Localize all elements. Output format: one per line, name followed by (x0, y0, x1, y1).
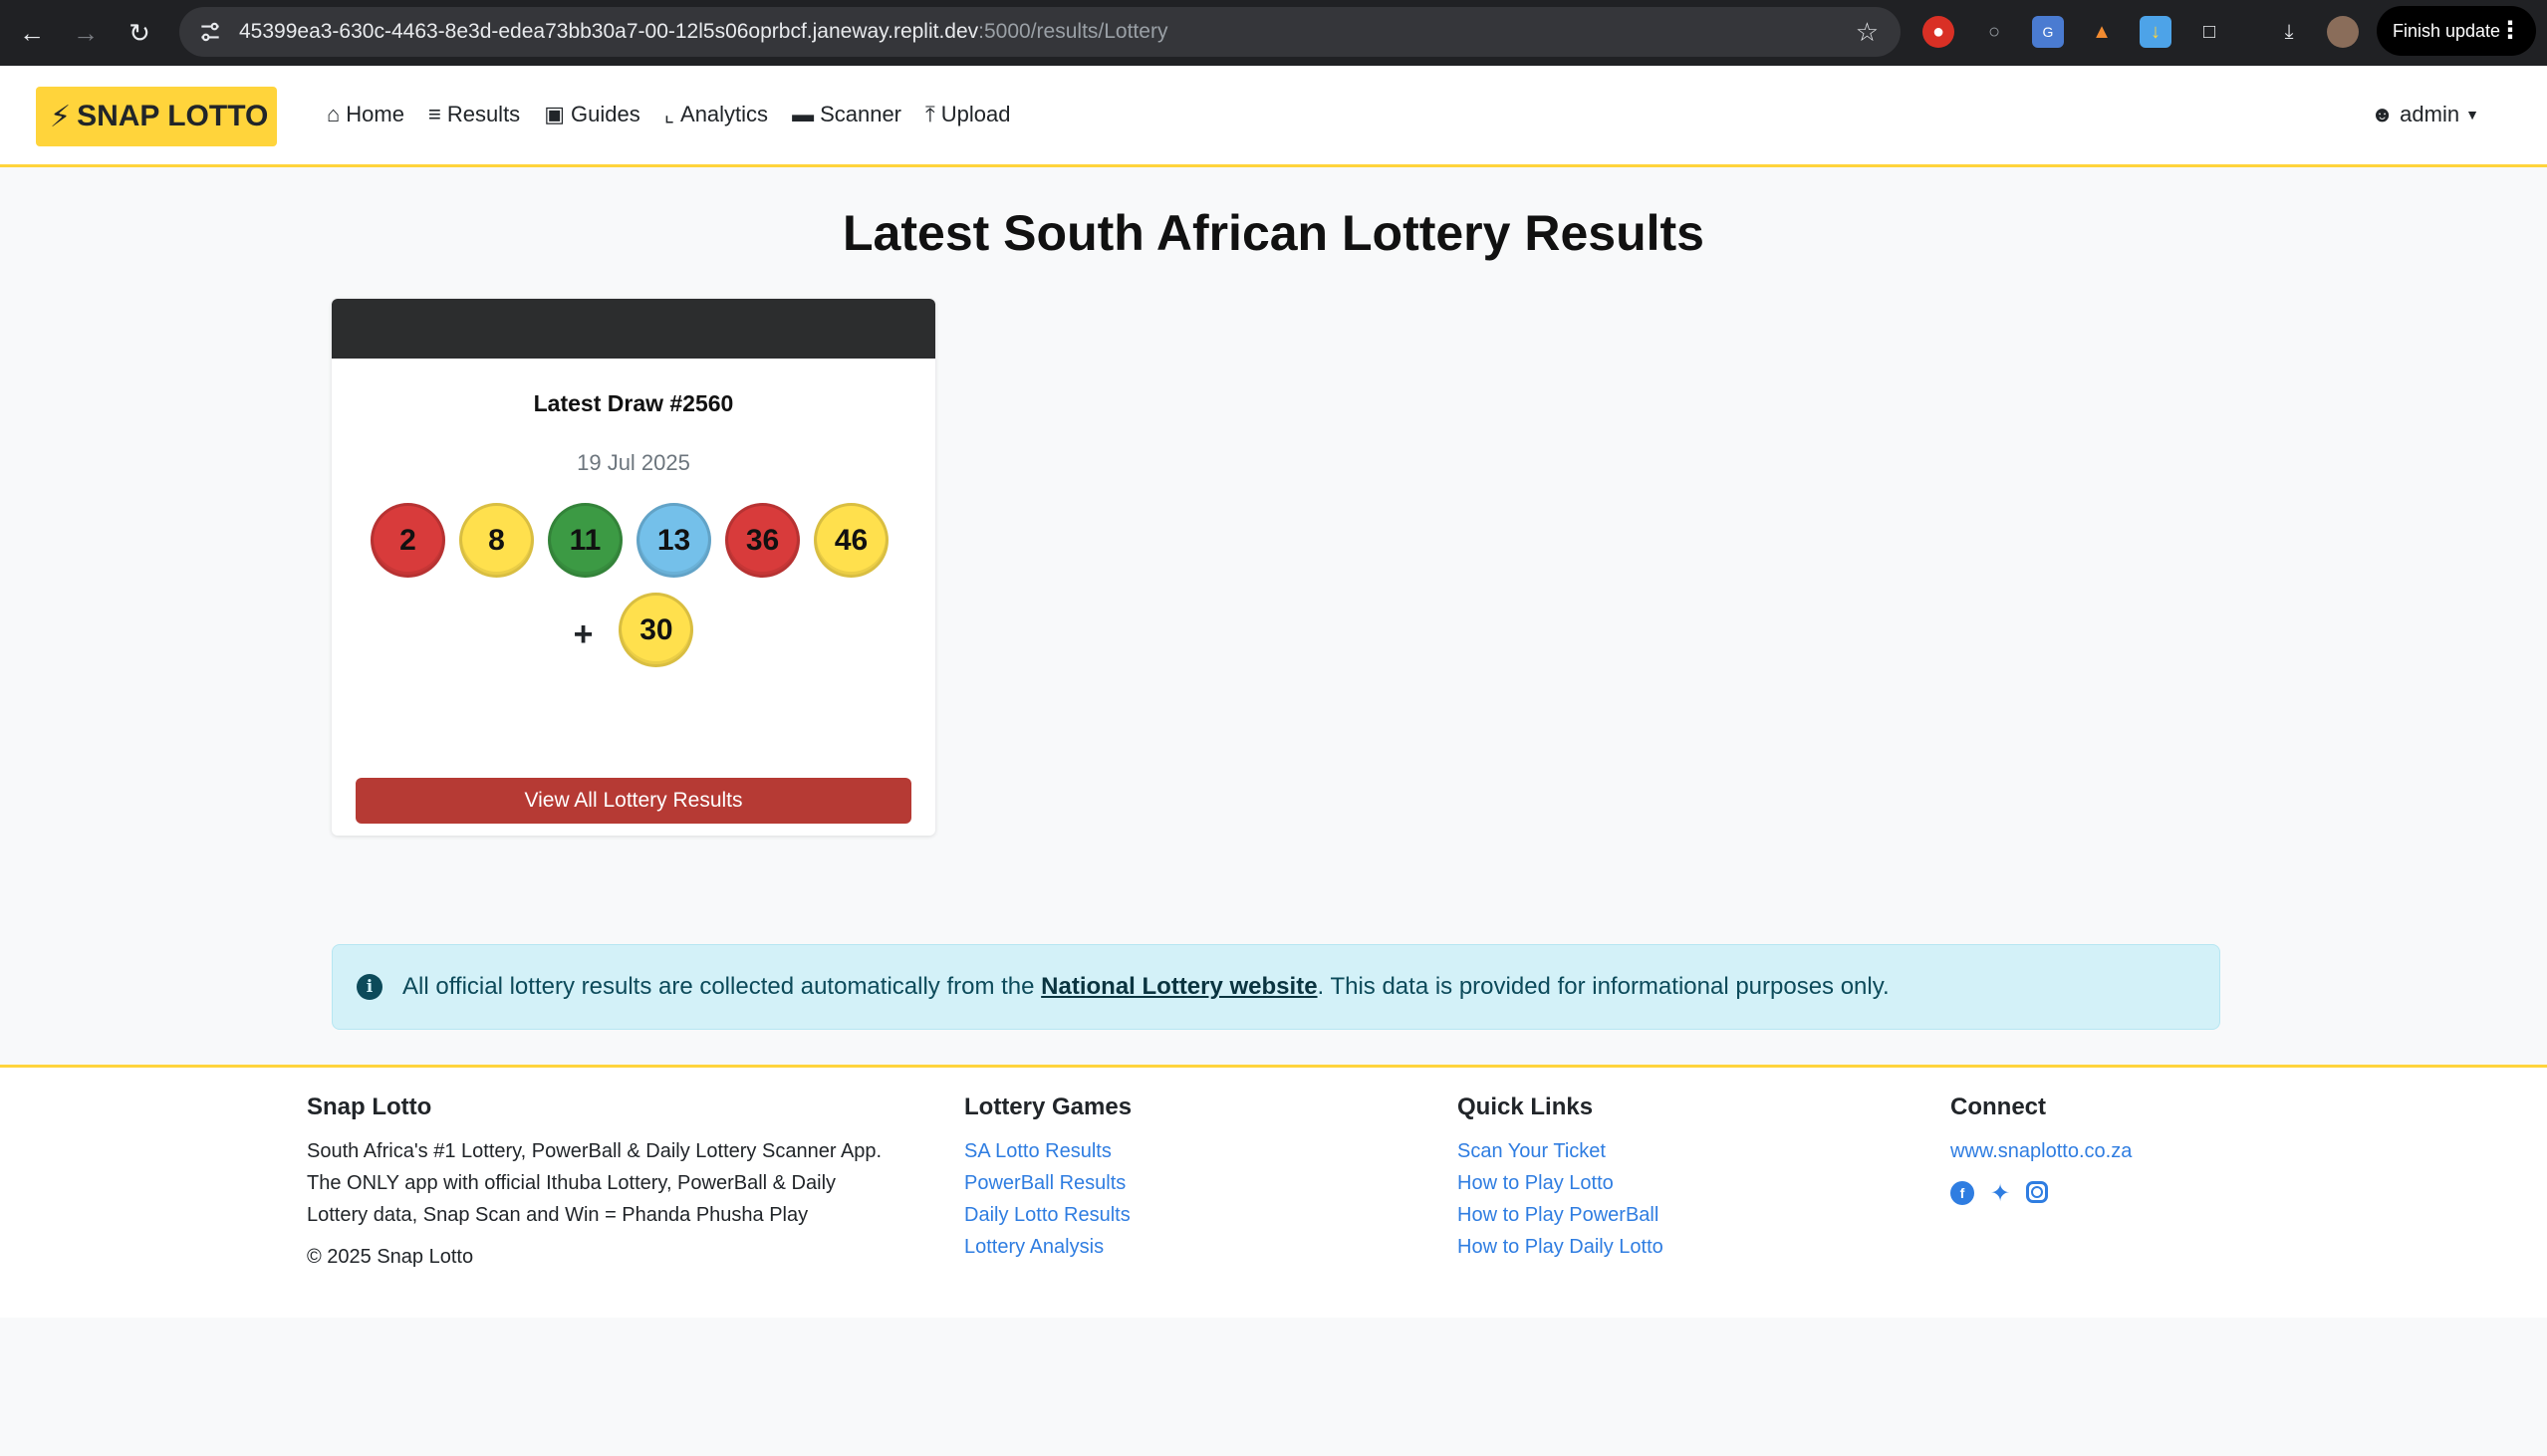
footer-link-analysis[interactable]: Lottery Analysis (964, 1231, 1132, 1263)
info-alert: i All official lottery results are colle… (332, 944, 2220, 1030)
more-menu-icon[interactable]: ⋮ (2498, 16, 2522, 45)
footer-link-how-lotto[interactable]: How to Play Lotto (1457, 1167, 1663, 1199)
user-menu[interactable]: ☻ admin ▼ (2371, 102, 2479, 127)
extensions-puzzle-icon[interactable]: □ (2193, 16, 2225, 48)
lotto-ball: 36 (725, 503, 800, 578)
footer-link-sa-lotto[interactable]: SA Lotto Results (964, 1135, 1132, 1167)
card-header (332, 299, 935, 359)
footer-link-powerball[interactable]: PowerBall Results (964, 1167, 1132, 1199)
lotto-ball: 13 (637, 503, 711, 578)
winning-numbers: 2 8 11 13 36 46 (371, 503, 889, 578)
nav-links: ⌂ Home ≡ Results ▣ Guides ⌞ Analytics ▬ Scann… (327, 102, 1010, 127)
facebook-icon[interactable]: f (1950, 1181, 1974, 1205)
footer-about-line: The ONLY app with official Ithuba Lotter… (307, 1172, 837, 1194)
draw-date: 19 Jul 2025 (577, 450, 690, 475)
alert-text: All official lottery results are collect… (402, 973, 1890, 1001)
user-name: admin (2400, 102, 2460, 126)
translate-extension-icon[interactable]: G (2032, 16, 2064, 48)
footer-link-how-daily[interactable]: How to Play Daily Lotto (1457, 1231, 1663, 1263)
reload-icon[interactable]: ↻ (118, 11, 161, 55)
national-lottery-link[interactable]: National Lottery website (1041, 973, 1317, 1000)
nav-upload-label: Upload (940, 102, 1011, 126)
footer-link-daily-lotto[interactable]: Daily Lotto Results (964, 1199, 1132, 1231)
nav-results-label: Results (446, 102, 521, 126)
fox-extension-icon[interactable]: ▲ (2086, 16, 2118, 48)
finish-update-label: Finish update (2393, 20, 2501, 41)
address-bar[interactable]: 45399ea3-630c-4463-8e3d-edea73bb30a7-00-… (179, 7, 1901, 57)
nav-analytics[interactable]: ⌞ Analytics (664, 102, 768, 127)
twitter-icon[interactable]: ✦ (1988, 1180, 2012, 1207)
site-settings-icon[interactable] (197, 19, 223, 45)
forward-icon[interactable]: → (64, 11, 108, 55)
footer-quick-title: Quick Links (1457, 1093, 1594, 1120)
instagram-icon[interactable] (2026, 1181, 2048, 1203)
lotto-ball: 8 (459, 503, 534, 578)
nav-guides-label: Guides (570, 102, 640, 126)
website-link[interactable]: www.snaplotto.co.za (1950, 1135, 2132, 1167)
alert-suffix: . This data is provided for informationa… (1317, 973, 1890, 1000)
footer-connect-title: Connect (1950, 1093, 2046, 1120)
nav-scanner-label: Scanner (820, 102, 902, 126)
browser-toolbar: ← → ↻ 45399ea3-630c-4463-8e3d-edea73bb30… (0, 0, 2547, 66)
back-icon[interactable]: ← (10, 11, 54, 55)
book-icon: ▣ (544, 102, 565, 126)
nav-scanner[interactable]: ▬ Scanner (792, 102, 901, 127)
footer-quick-links: Quick Links Scan Your Ticket How to Play… (1457, 1093, 1663, 1263)
alert-prefix: All official lottery results are collect… (402, 973, 1042, 1000)
list-icon: ≡ (427, 102, 441, 126)
footer-about-line: South Africa's #1 Lottery, PowerBall & D… (307, 1140, 883, 1162)
finish-update-button[interactable]: Finish update ⋮ (2377, 6, 2536, 56)
nav-upload[interactable]: ⤒ Upload (925, 102, 1010, 127)
url-path: :5000/results/Lottery (978, 20, 1168, 43)
info-icon: i (357, 974, 382, 1000)
chart-icon: ⌞ (663, 102, 675, 126)
nav-home[interactable]: ⌂ Home (327, 102, 404, 127)
view-all-results-button[interactable]: View All Lottery Results (356, 778, 911, 824)
downloads-icon[interactable]: ⤓ (2273, 16, 2305, 48)
footer-about-title: Snap Lotto (307, 1093, 432, 1120)
bookmark-star-icon[interactable]: ☆ (1856, 17, 1879, 48)
home-icon: ⌂ (327, 102, 341, 126)
footer-about: Snap Lotto South Africa's #1 Lottery, Po… (307, 1093, 934, 1273)
footer-games-title: Lottery Games (964, 1093, 1133, 1120)
bolt-icon: ⚡ (50, 100, 72, 133)
ticket-icon: ▬ (792, 102, 815, 126)
brand-logo[interactable]: ⚡ SNAP LOTTO (36, 87, 277, 146)
bonus-ball: 30 (619, 593, 694, 667)
download-extension-icon[interactable]: ↓ (2140, 16, 2171, 48)
nav-guides[interactable]: ▣ Guides (544, 102, 640, 127)
brand-name: SNAP LOTTO (77, 100, 269, 132)
extension-shield-icon[interactable]: ● (1922, 16, 1954, 48)
footer-link-how-powerball[interactable]: How to Play PowerBall (1457, 1199, 1663, 1231)
footer-games: Lottery Games SA Lotto Results PowerBall… (964, 1093, 1132, 1263)
footer-connect: Connect www.snaplotto.co.za f ✦ (1950, 1093, 2132, 1207)
profile-avatar[interactable] (2327, 16, 2359, 48)
latest-draw-card: Latest Draw #2560 19 Jul 2025 2 8 11 13 … (332, 299, 935, 836)
page-background (0, 1318, 2547, 1456)
nav-home-label: Home (346, 102, 404, 126)
lotto-ball: 46 (814, 503, 889, 578)
upload-icon: ⤒ (925, 102, 935, 126)
plus-sign: + (573, 615, 594, 653)
footer-about-line: Lottery data, Snap Scan and Win = Phanda… (307, 1204, 809, 1226)
extension-circle-icon[interactable]: ○ (1978, 16, 2010, 48)
nav-analytics-label: Analytics (680, 102, 769, 126)
caret-down-icon: ▼ (2465, 107, 2479, 122)
footer-link-scan[interactable]: Scan Your Ticket (1457, 1135, 1663, 1167)
copyright: © 2025 Snap Lotto (307, 1246, 474, 1268)
url-host: 45399ea3-630c-4463-8e3d-edea73bb30a7-00-… (239, 20, 979, 43)
user-circle-icon: ☻ (2371, 102, 2395, 126)
footer: Snap Lotto South Africa's #1 Lottery, Po… (0, 1065, 2547, 1318)
lotto-ball: 11 (548, 503, 623, 578)
app-navbar: ⚡ SNAP LOTTO ⌂ Home ≡ Results ▣ Guides ⌞ Ana… (0, 66, 2547, 167)
social-links: f ✦ (1950, 1180, 2132, 1207)
page-title: Latest South African Lottery Results (843, 205, 1704, 261)
bonus-row: + 30 (332, 593, 935, 667)
draw-title: Latest Draw #2560 (533, 390, 734, 416)
lotto-ball: 2 (371, 503, 445, 578)
nav-results[interactable]: ≡ Results (428, 102, 520, 127)
